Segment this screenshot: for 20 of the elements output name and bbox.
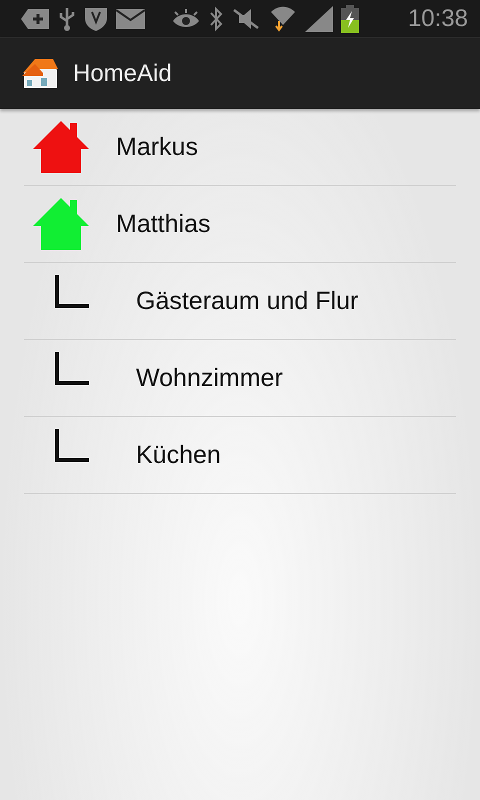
person-item[interactable]: Markus — [24, 109, 456, 186]
mute-icon — [231, 6, 261, 30]
corner-icon — [54, 429, 89, 463]
corner-icon — [54, 275, 89, 309]
mail-icon — [116, 8, 145, 28]
room-item[interactable]: Küchen — [24, 417, 456, 494]
corner-icon — [54, 352, 89, 386]
add-notification-icon — [21, 8, 50, 30]
person-item[interactable]: Matthias — [24, 186, 456, 263]
battery-icon — [341, 4, 359, 32]
usb-icon — [58, 6, 76, 30]
bluetooth-icon — [209, 6, 223, 32]
app-title: HomeAid — [73, 60, 172, 88]
room-item[interactable]: Wohnzimmer — [24, 340, 456, 417]
shield-icon — [84, 6, 108, 32]
status-time: 10:38 — [408, 4, 468, 32]
eye-icon — [171, 8, 201, 30]
wifi-icon — [269, 4, 297, 32]
signal-icon — [305, 6, 333, 32]
room-item[interactable]: Gästeraum und Flur — [24, 263, 456, 340]
